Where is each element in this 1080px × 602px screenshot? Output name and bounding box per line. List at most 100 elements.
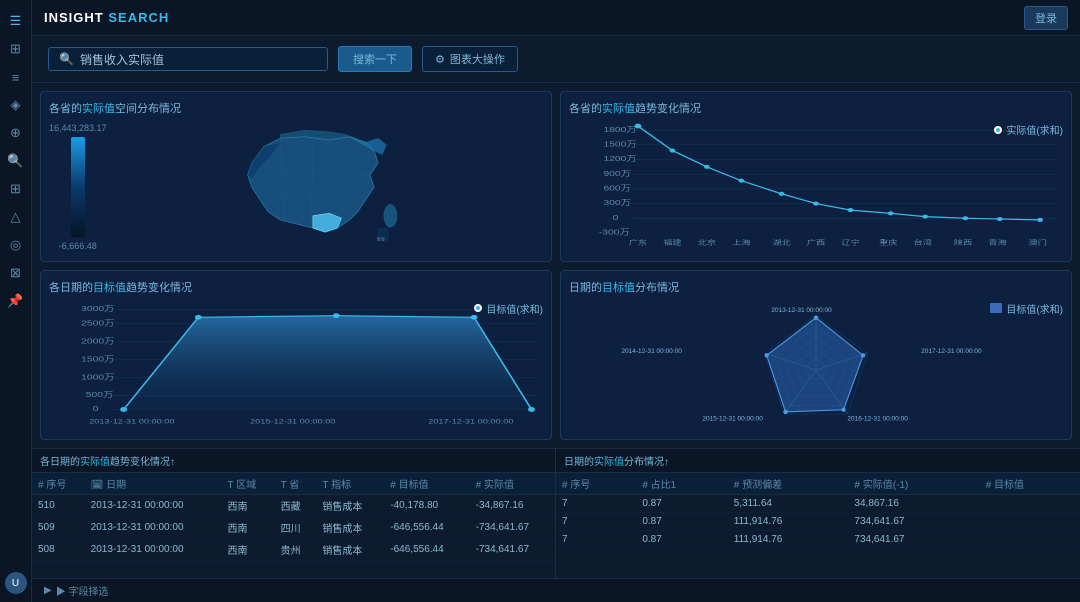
- svg-text:2017-12-31 00:00:00: 2017-12-31 00:00:00: [921, 348, 982, 355]
- chart-panel-map: 各省的实际值空间分布情况 16,443,283.17 -6,666.48: [40, 91, 552, 262]
- header: INSIGHT SEARCH 登录: [32, 0, 1080, 36]
- chart-panel-radar: 日期的目标值分布情况 目标值(求和): [560, 270, 1072, 441]
- table-scroll-left[interactable]: # 序号 🗓 日期 T 区域 T 省 T 指标 # 目标值 # 实际值 510: [32, 473, 555, 578]
- th-index: # 序号: [32, 473, 85, 495]
- legend-circle-bottom-left: [474, 304, 482, 312]
- line-chart-svg-top: 1800万 1500万 1200万 900万 600万 300万 0 -300万: [569, 122, 1063, 253]
- svg-text:湖北: 湖北: [772, 239, 790, 246]
- table-row: 509 2013-12-31 00:00:00 西南 四川 销售成本 -646,…: [32, 517, 555, 539]
- login-button[interactable]: 登录: [1024, 6, 1068, 30]
- th-region: T 区域: [222, 473, 275, 495]
- svg-text:900万: 900万: [603, 169, 631, 177]
- svg-text:2013-12-31 00:00:00: 2013-12-31 00:00:00: [771, 306, 832, 313]
- svg-text:2016-12-31 00:00:00: 2016-12-31 00:00:00: [847, 415, 908, 422]
- chart-legend-bottom-left: 目标值(求和): [474, 301, 543, 316]
- main-content: INSIGHT SEARCH 登录 🔍 搜索一下 ⚙ 图表大操作 各省的实际值空…: [32, 0, 1080, 602]
- svg-text:青海: 青海: [988, 238, 1006, 246]
- svg-text:台湾: 台湾: [914, 238, 932, 246]
- charts-grid: 各省的实际值空间分布情况 16,443,283.17 -6,666.48: [32, 83, 1080, 448]
- table-title-right: 日期的实际值分布情况↑: [556, 449, 1080, 473]
- logo-search: SEARCH: [108, 10, 169, 25]
- search-input-wrap: 🔍: [48, 47, 328, 71]
- sidebar-icon-chart[interactable]: △: [2, 204, 30, 230]
- svg-text:0: 0: [93, 404, 99, 412]
- svg-text:300万: 300万: [603, 199, 631, 207]
- table-panel-right: 日期的实际值分布情况↑ # 序号 # 占比1 # 预测偏差 # 实际值(-1) …: [556, 449, 1080, 578]
- search-execute-button[interactable]: 搜索一下: [338, 46, 412, 72]
- chart-content-map: 16,443,283.17 -6,666.48: [49, 122, 543, 253]
- search-bar: 🔍 搜索一下 ⚙ 图表大操作: [32, 36, 1080, 83]
- svg-text:0: 0: [613, 213, 619, 221]
- sidebar-icon-settings[interactable]: ◎: [2, 232, 30, 258]
- sidebar-icon-add[interactable]: ⊕: [2, 120, 30, 146]
- svg-text:福建: 福建: [663, 238, 681, 246]
- th-forecast-diff: # 预测偏差: [728, 473, 849, 495]
- svg-text:600万: 600万: [603, 184, 631, 192]
- chart-panel-area: 各日期的目标值趋势变化情况 目标值(求和) 3000万 2500万 2000万 …: [40, 270, 552, 441]
- sidebar-icon-pin[interactable]: 📌: [2, 288, 30, 314]
- chart-legend-top-right: 实际值(求和): [994, 122, 1063, 137]
- svg-text:2000万: 2000万: [81, 336, 114, 344]
- field-selector-expand[interactable]: ▶ ▶ 字段择选: [44, 583, 108, 598]
- sidebar-icon-menu[interactable]: ☰: [2, 8, 30, 34]
- radar-chart-svg: 2013-12-31 00:00:00 2017-12-31 00:00:00 …: [569, 301, 1063, 432]
- svg-text:北京: 北京: [698, 238, 716, 246]
- svg-text:2015-12-31 00:00:00: 2015-12-31 00:00:00: [250, 417, 336, 424]
- svg-text:3000万: 3000万: [81, 304, 114, 312]
- chart-title-line-top: 各省的实际值趋势变化情况: [569, 100, 1063, 116]
- table-row: 7 0.87 111,914.76 734,641.67: [556, 513, 1080, 531]
- svg-text:2013-12-31 00:00:00: 2013-12-31 00:00:00: [89, 417, 175, 424]
- svg-text:2017-12-31 00:00:00: 2017-12-31 00:00:00: [428, 417, 514, 424]
- svg-text:广东: 广东: [629, 238, 647, 246]
- svg-text:上海: 上海: [732, 238, 750, 246]
- data-table-right: # 序号 # 占比1 # 预测偏差 # 实际值(-1) # 目标值 7 0.87…: [556, 473, 1080, 549]
- sidebar-icon-list[interactable]: ≡: [2, 64, 30, 90]
- table-row: 510 2013-12-31 00:00:00 西南 西藏 销售成本 -40,1…: [32, 495, 555, 517]
- table-row: 7 0.87 111,914.76 734,641.67: [556, 531, 1080, 549]
- search-icon: 🔍: [59, 52, 74, 66]
- th-indicator: T 指标: [316, 473, 384, 495]
- svg-text:广西: 广西: [807, 238, 825, 246]
- svg-text:500万: 500万: [86, 390, 114, 398]
- area-chart-svg: 3000万 2500万 2000万 1500万 1000万 500万 0: [49, 301, 543, 432]
- table-row: 508 2013-12-31 00:00:00 西南 贵州 销售成本 -646,…: [32, 539, 555, 561]
- sidebar-icon-search[interactable]: 🔍: [2, 148, 30, 174]
- th-index-r: # 序号: [556, 473, 636, 495]
- sidebar: ☰ ⊞ ≡ ◈ ⊕ 🔍 ⊞ △ ◎ ⊠ 📌 U: [0, 0, 32, 602]
- chart-content-radar: 目标值(求和): [569, 301, 1063, 432]
- table-scroll-right[interactable]: # 序号 # 占比1 # 预测偏差 # 实际值(-1) # 目标值 7 0.87…: [556, 473, 1080, 578]
- chart-expand-button[interactable]: ⚙ 图表大操作: [422, 46, 518, 72]
- china-map-svg: 南海: [115, 122, 543, 253]
- svg-text:辽宁: 辽宁: [841, 238, 859, 246]
- th-province: T 省: [275, 473, 317, 495]
- settings-icon: ⚙: [435, 53, 445, 66]
- sidebar-icon-filter[interactable]: ⊠: [2, 260, 30, 286]
- table-panel-left: 各日期的实际值趋势变化情况↑ # 序号 🗓 日期 T 区域 T 省 T 指标 #…: [32, 449, 556, 578]
- bottom-section: 各日期的实际值趋势变化情况↑ # 序号 🗓 日期 T 区域 T 省 T 指标 #…: [32, 448, 1080, 578]
- svg-text:陕西: 陕西: [954, 238, 972, 246]
- svg-text:澳门: 澳门: [1029, 238, 1047, 246]
- map-legend-max: 16,443,283.17: [49, 123, 107, 133]
- logo: INSIGHT SEARCH: [44, 10, 169, 25]
- logo-insight: INSIGHT: [44, 10, 104, 25]
- user-avatar[interactable]: U: [5, 572, 27, 594]
- sidebar-icon-tag[interactable]: ◈: [2, 92, 30, 118]
- th-target-r: # 目标值: [980, 473, 1080, 495]
- chart-title-area: 各日期的目标值趋势变化情况: [49, 279, 543, 295]
- svg-text:2014-12-31 00:00:00: 2014-12-31 00:00:00: [621, 348, 682, 355]
- svg-text:南海: 南海: [376, 235, 384, 241]
- chart-title-radar: 日期的目标值分布情况: [569, 279, 1063, 295]
- radar-legend-box: [990, 303, 1002, 313]
- table-title-left: 各日期的实际值趋势变化情况↑: [32, 449, 555, 473]
- legend-circle: [994, 126, 1002, 134]
- search-input[interactable]: [80, 52, 300, 66]
- map-legend: 16,443,283.17 -6,666.48: [49, 123, 107, 251]
- svg-text:2500万: 2500万: [81, 318, 114, 326]
- chart-legend-radar: 目标值(求和): [990, 301, 1063, 316]
- svg-text:重庆: 重庆: [879, 238, 897, 246]
- sidebar-icon-grid2[interactable]: ⊞: [2, 176, 30, 202]
- th-target: # 目标值: [384, 473, 469, 495]
- sidebar-icon-grid[interactable]: ⊞: [2, 36, 30, 62]
- field-selector[interactable]: ▶ ▶ 字段择选: [32, 578, 1080, 602]
- map-legend-bar: [71, 137, 85, 237]
